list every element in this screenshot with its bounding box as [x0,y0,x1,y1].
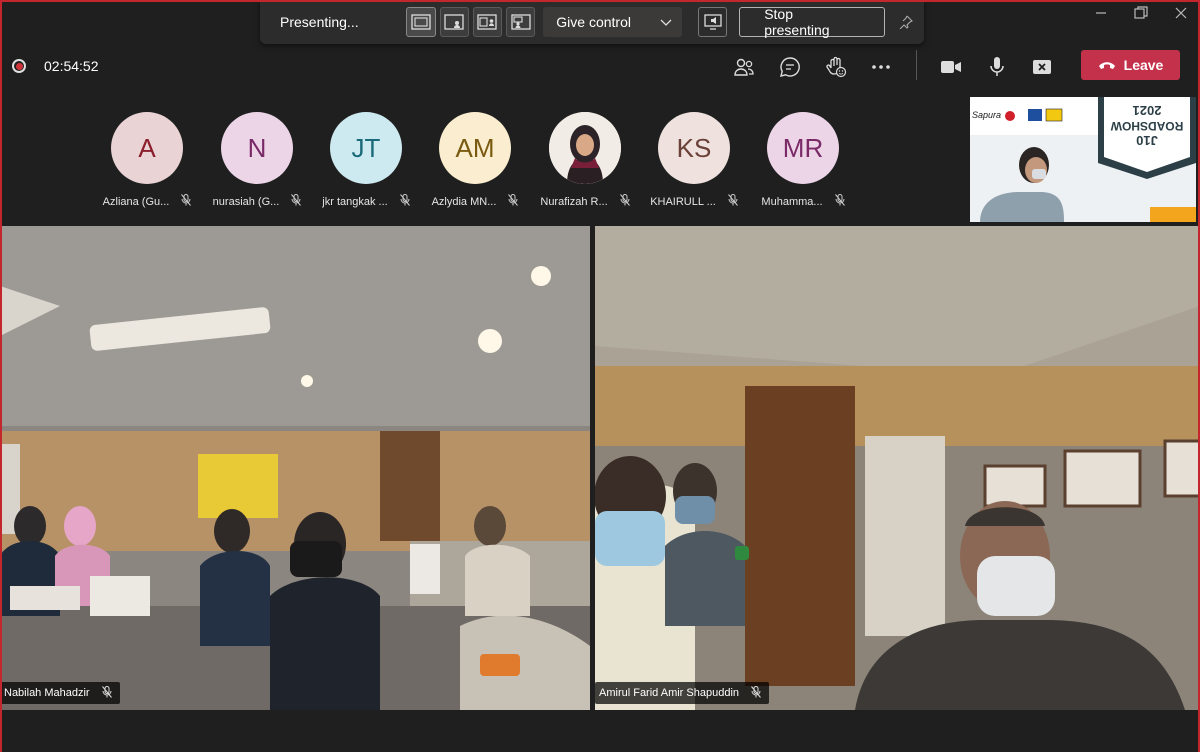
microphone-icon[interactable] [984,54,1010,80]
avatar: KS [658,112,730,184]
participant-name-row: Nurafizah R... [540,194,630,209]
participant-tile[interactable]: N nurasiah (G... [202,112,312,209]
camera-icon[interactable] [938,54,964,80]
participant-name: Muhamma... [761,195,823,208]
more-options-icon[interactable] [868,54,894,80]
layout-standout-button[interactable] [439,7,469,37]
participant-name: Azlydia MN... [431,195,497,208]
participant-name-row: KHAIRULL ... [650,194,738,209]
tile-participant-name: Nabilah Mahadzir [4,687,90,699]
participant-tile[interactable]: Nurafizah R... [530,112,640,209]
shared-content-preview[interactable]: Sapura J10 ROADSHOW 2021 [970,97,1196,222]
avatar: N [221,112,293,184]
presenter-toolbar: Presenting... Give control Stop presenti… [260,0,924,44]
meeting-timer: 02:54:52 [44,58,99,74]
avatar: MR [767,112,839,184]
include-audio-screen-icon[interactable] [697,7,728,37]
participant-name-row: jkr tangkak ... [322,194,410,209]
chevron-down-icon [660,14,672,30]
participant-tile[interactable]: MR Muhamma... [748,112,858,209]
mic-muted-icon [181,194,192,209]
mic-muted-icon [399,194,410,209]
header-divider [916,50,917,80]
tile-name-label: Amirul Farid Amir Shapuddin [595,682,770,704]
avatar: JT [330,112,402,184]
participant-name: jkr tangkak ... [322,195,388,208]
leave-label: Leave [1123,57,1164,73]
mic-muted-icon [619,194,630,209]
mic-muted-icon [834,194,845,209]
leave-button[interactable]: Leave [1081,50,1180,80]
mic-muted-icon [291,194,302,209]
pin-icon[interactable] [897,12,916,32]
mic-muted-icon [727,194,738,209]
avatar-photo [549,112,621,184]
recording-icon [12,59,26,73]
avatar: AM [439,112,511,184]
layout-side-by-side-button[interactable] [472,7,503,37]
video-feed [0,226,590,710]
minimize-icon[interactable] [1092,4,1110,22]
close-icon[interactable] [1172,4,1190,22]
participant-tile[interactable]: JT jkr tangkak ... [311,112,421,209]
sapura-logo-text: Sapura [972,110,1002,120]
give-control-label: Give control [556,14,631,30]
participant-name: Azliana (Gu... [102,195,170,208]
stop-share-icon[interactable] [1029,54,1055,80]
chat-icon[interactable] [777,54,803,80]
meeting-header: 02:54:52 Leave [0,44,1200,94]
banner-line2: ROADSHOW [1110,119,1184,133]
participant-name-row: Muhamma... [761,194,845,209]
participant-tile[interactable]: A Azliana (Gu... [92,112,202,209]
banner-line1: J10 [1136,133,1158,148]
tile-name-label: Nabilah Mahadzir [0,682,120,704]
restore-icon[interactable] [1132,4,1150,22]
mic-muted-icon [751,685,761,701]
participant-name: Nurafizah R... [540,195,608,208]
window-controls [1092,4,1190,22]
participant-name-row: Azlydia MN... [432,194,519,209]
presenting-label: Presenting... [280,14,359,30]
layout-content-only-button[interactable] [406,7,436,37]
stop-presenting-button[interactable]: Stop presenting [739,6,885,38]
roadshow-banner: J10 ROADSHOW 2021 [1106,103,1188,148]
video-feed [595,226,1200,710]
hang-up-icon [1098,57,1116,73]
participant-tile[interactable]: AM Azlydia MN... [420,112,530,209]
give-control-dropdown[interactable]: Give control [543,7,682,37]
banner-line3: 2021 [1132,103,1162,118]
participant-name-row: nurasiah (G... [213,194,302,209]
avatar: A [111,112,183,184]
participant-name: KHAIRULL ... [650,195,716,208]
video-tile[interactable]: Nabilah Mahadzir [0,226,590,710]
bottom-area [0,710,1200,752]
mic-muted-icon [101,685,112,701]
participant-tile[interactable]: KS KHAIRULL ... [639,112,749,209]
mic-muted-icon [508,194,519,209]
layout-reporter-button[interactable] [506,7,536,37]
participants-icon[interactable] [731,54,757,80]
tile-participant-name: Amirul Farid Amir Shapuddin [599,687,740,699]
participant-name-row: Azliana (Gu... [103,194,192,209]
video-tile[interactable]: Amirul Farid Amir Shapuddin [595,226,1200,710]
reactions-icon[interactable] [823,54,849,80]
participant-name: nurasiah (G... [212,195,280,208]
